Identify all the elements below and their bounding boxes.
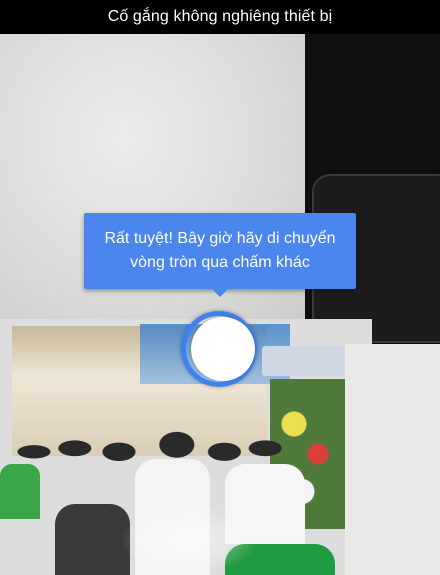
instruction-text: Rất tuyệt! Bây giờ hãy di chuyển vòng tr… (104, 230, 336, 271)
background-paper-right (345, 344, 440, 575)
photo-birthday-sign (262, 346, 346, 376)
background-paper (0, 34, 312, 334)
photo-person (0, 464, 40, 519)
photo-sphere-capture-screen: Cố gắng không nghiêng thiết bị Rất tuyệt… (0, 0, 440, 575)
camera-viewfinder[interactable] (0, 34, 440, 575)
top-hint-bar: Cố gắng không nghiêng thiết bị (0, 0, 440, 34)
tooltip-pointer-icon (211, 288, 229, 297)
photo-glare (120, 504, 260, 575)
instruction-tooltip: Rất tuyệt! Bây giờ hãy di chuyển vòng tr… (84, 213, 356, 289)
photo-person (55, 504, 130, 575)
tilt-hint-text: Cố gắng không nghiêng thiết bị (107, 8, 333, 25)
capture-target-dot[interactable] (191, 317, 255, 381)
